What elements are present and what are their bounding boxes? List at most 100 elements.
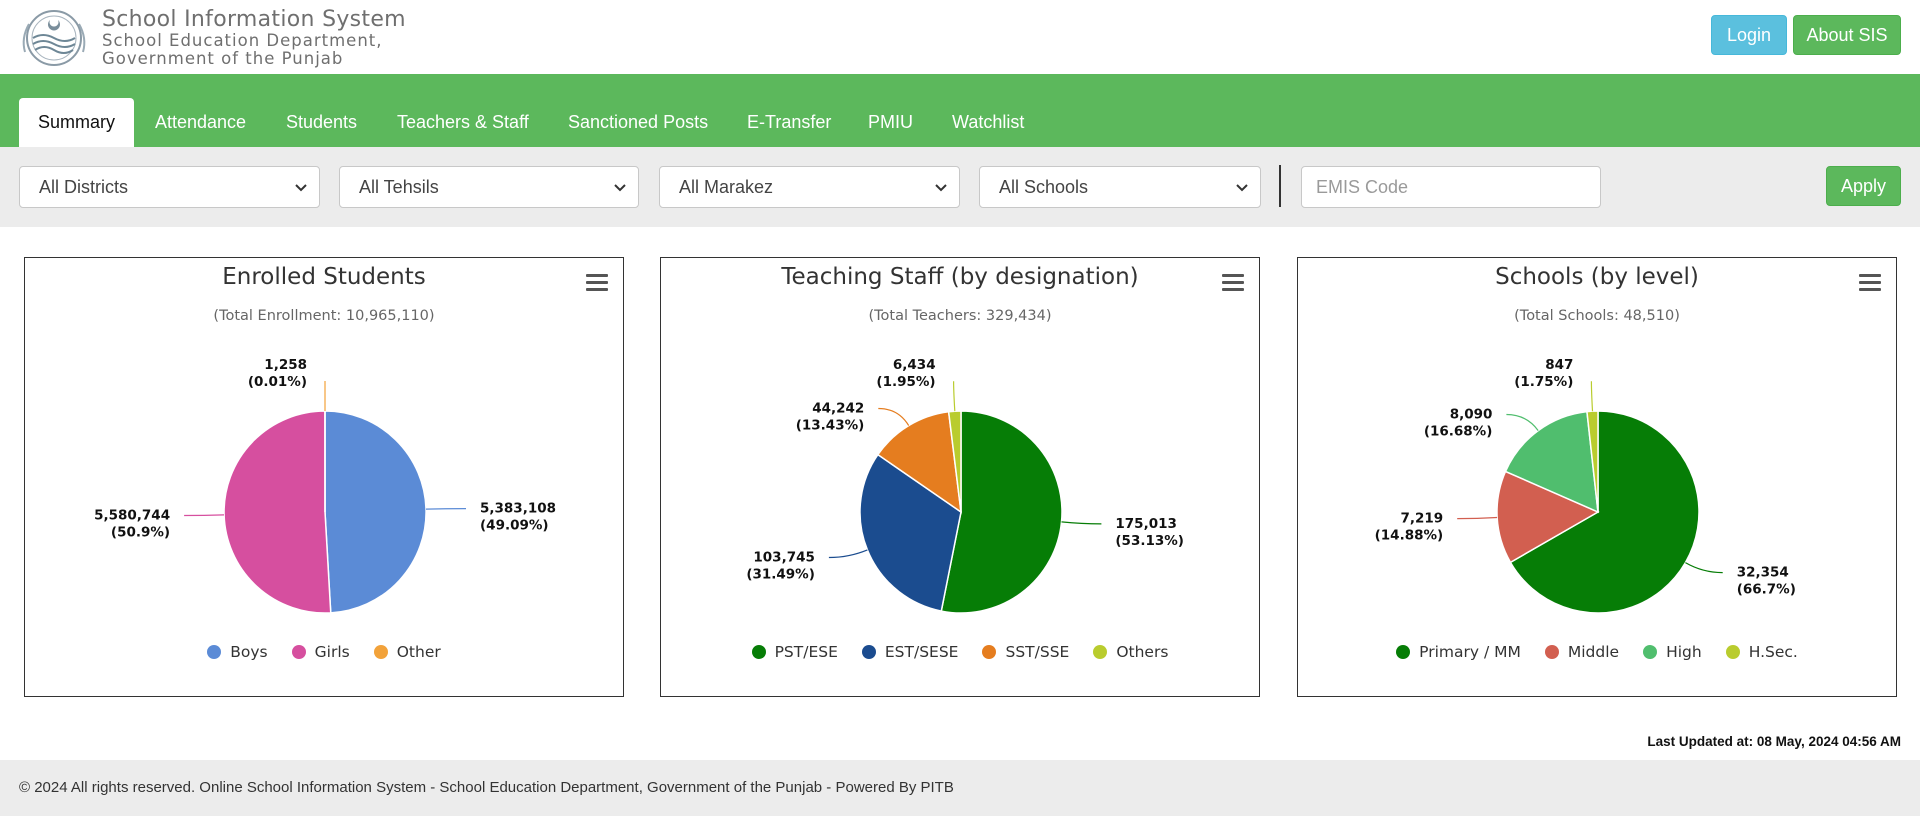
data-label-value-high: 8,090 — [1450, 407, 1493, 423]
enrolled-students-panel: 5,383,108 (49.09%) 5,580,744 (50.9%) 1,258 (0… — [24, 257, 624, 697]
data-label-connector — [1685, 562, 1723, 574]
chart-menu-icon[interactable] — [1222, 274, 1244, 292]
legend-marker — [1725, 645, 1740, 659]
school-select-value: All Schools — [999, 176, 1089, 197]
top-header: School Information System School Educati… — [0, 0, 1920, 74]
legend-label: SST/SSE — [1005, 643, 1070, 661]
legend-item-h-sec[interactable]: H.Sec. — [1725, 643, 1798, 661]
data-label-value-middle: 7,219 — [1400, 511, 1443, 527]
data-label-connector — [953, 381, 956, 412]
chart-menu-icon[interactable] — [586, 274, 608, 292]
data-label-percent-est-sese: (31.49%) — [746, 567, 815, 583]
login-button[interactable]: Login — [1711, 15, 1787, 55]
chart-menu-icon[interactable] — [1859, 274, 1881, 292]
tab-summary[interactable]: Summary — [19, 98, 135, 147]
legend-marker — [291, 645, 306, 659]
data-label-value-sst-sse: 44,242 — [812, 401, 864, 417]
data-label-value-boys: 5,383,108 — [480, 501, 556, 517]
footer-text: © 2024 All rights reserved. Online Schoo… — [19, 779, 954, 796]
data-label-value-h-sec: 847 — [1545, 357, 1573, 373]
schools-by-level-pie: 32,354(66.7%) 7,219(14.88%) 8,090(16.68%) 8… — [1375, 357, 1796, 614]
data-label-connector — [425, 508, 467, 510]
data-label-percent-boys: (49.09%) — [480, 518, 549, 534]
data-label-percent-girls: (50.9%) — [111, 525, 170, 541]
apply-button[interactable]: Apply — [1826, 166, 1901, 206]
tab-watchlist[interactable]: Watchlist — [933, 98, 1043, 147]
about-sis-button[interactable]: About SIS — [1793, 15, 1901, 55]
legend-item-high[interactable]: High — [1643, 643, 1702, 661]
app-subtitle-department: School Education Department, — [102, 31, 383, 50]
data-label-connector — [1061, 521, 1102, 525]
chart-title: Enrolled Students — [222, 264, 426, 290]
legend-item-others[interactable]: Others — [1093, 643, 1168, 661]
data-label-value-pst-ese: 175,013 — [1115, 516, 1177, 532]
legend-marker — [373, 645, 388, 659]
brand-block: School Information System School Educati… — [102, 8, 406, 68]
chart-subtitle: (Total Teachers: 329,434) — [868, 308, 1052, 324]
data-label-value-other: 1,258 — [264, 357, 307, 373]
data-label-value-est-sese: 103,745 — [753, 550, 815, 566]
data-label-value-girls: 5,580,744 — [94, 508, 170, 524]
legend-marker — [1093, 645, 1108, 659]
legend-label: Middle — [1567, 643, 1620, 661]
data-label-value-others: 6,434 — [893, 357, 936, 373]
legend-label: Other — [396, 643, 441, 661]
school-select[interactable]: All Schools — [979, 166, 1261, 208]
district-select[interactable]: All Districts — [19, 166, 320, 208]
pie-slice-boys[interactable] — [324, 410, 427, 614]
app-subtitle-government: Government of the Punjab — [102, 49, 344, 68]
legend-label: Primary / MM — [1419, 643, 1521, 661]
legend-item-pst-ese[interactable]: PST/ESE — [751, 643, 838, 661]
emis-code-input[interactable] — [1301, 166, 1601, 208]
chevron-down-icon — [614, 184, 626, 192]
data-label-percent-high: (16.68%) — [1424, 424, 1493, 440]
teaching-staff-panel: 175,013 (53.13%) 103,745 (31.49%) 44,242 (13.… — [660, 257, 1260, 697]
data-label-percent-other: (0.01%) — [248, 374, 307, 390]
legend-label: Boys — [230, 643, 268, 661]
filter-bar: All Districts All Tehsils All Marakez Al… — [0, 147, 1920, 227]
legend-label: H.Sec. — [1748, 643, 1798, 661]
data-label-value-primary-mm: 32,354 — [1737, 565, 1789, 581]
tab-e-transfer[interactable]: E-Transfer — [728, 98, 850, 147]
chart-title: Schools (by level) — [1495, 264, 1699, 290]
legend-marker — [861, 645, 876, 659]
pie-slice-girls[interactable] — [223, 410, 332, 614]
legend-marker — [751, 645, 766, 659]
markaz-select[interactable]: All Marakez — [659, 166, 960, 208]
legend-marker — [982, 645, 997, 659]
punjab-logo-icon — [22, 10, 86, 66]
data-label-connector — [1506, 413, 1539, 431]
legend-item-primary-mm[interactable]: Primary / MM — [1396, 643, 1521, 661]
legend-item-other[interactable]: Other — [373, 643, 441, 661]
legend-label: Girls — [314, 643, 350, 661]
legend-item-boys[interactable]: Boys — [207, 643, 268, 661]
legend-label: PST/ESE — [774, 643, 838, 661]
tehsil-select-value: All Tehsils — [359, 176, 439, 197]
enrolled-students-pie: 5,383,108(49.09%) 5,580,744(50.9%) 1,258(0… — [94, 357, 556, 614]
chart-subtitle: (Total Enrollment: 10,965,110) — [213, 308, 435, 324]
filter-divider — [1279, 165, 1281, 207]
tab-attendance[interactable]: Attendance — [136, 98, 265, 147]
legend-marker — [1643, 645, 1658, 659]
tab-pmiu[interactable]: PMIU — [849, 98, 932, 147]
chevron-down-icon — [295, 184, 307, 192]
legend-item-girls[interactable]: Girls — [291, 643, 350, 661]
data-label-percent-sst-sse: (13.43%) — [796, 418, 865, 434]
data-label-connector — [828, 549, 868, 559]
legend-item-middle[interactable]: Middle — [1544, 643, 1620, 661]
data-label-percent-middle: (14.88%) — [1375, 528, 1444, 544]
district-select-value: All Districts — [39, 176, 128, 197]
chart-legend: PST/ESE EST/SESE SST/SSE Others — [661, 643, 1259, 661]
tab-teachers-staff[interactable]: Teachers & Staff — [378, 98, 548, 147]
legend-item-est-sese[interactable]: EST/SESE — [861, 643, 958, 661]
main-nav: Summary Attendance Students Teachers & S… — [0, 74, 1920, 147]
chevron-down-icon — [1236, 184, 1248, 192]
tab-sanctioned-posts[interactable]: Sanctioned Posts — [549, 98, 727, 147]
legend-item-sst-sse[interactable]: SST/SSE — [982, 643, 1069, 661]
app-title: School Information System — [102, 7, 406, 32]
data-label-connector — [878, 407, 910, 426]
data-label-connector — [1457, 516, 1498, 520]
teaching-staff-pie: 175,013(53.13%) 103,745(31.49%) 44,242(13.… — [746, 357, 1184, 614]
tehsil-select[interactable]: All Tehsils — [339, 166, 639, 208]
tab-students[interactable]: Students — [267, 98, 376, 147]
